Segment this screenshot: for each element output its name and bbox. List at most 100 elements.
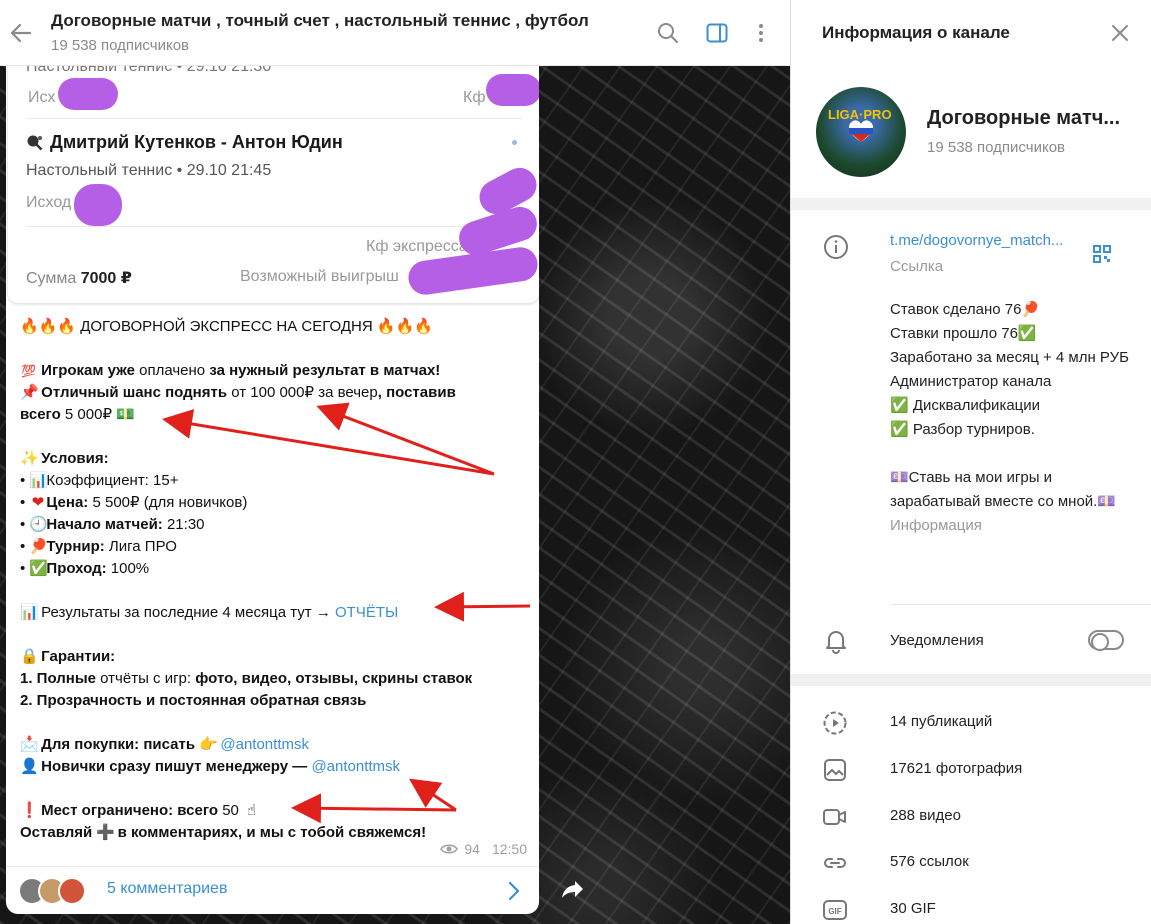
results-line: 📊 Результаты за последние 4 месяца тут →…: [20, 602, 535, 624]
match-title: Дмитрий Кутенков - Антон Юдин: [26, 132, 343, 153]
stat-row-links[interactable]: 576 ссылок: [791, 841, 1151, 885]
chat-header: Договорные матчи , точный счет , настоль…: [0, 0, 790, 66]
notifications-label: Уведомления: [890, 632, 984, 649]
channel-link[interactable]: t.me/dogovornye_match...: [890, 232, 1063, 249]
guarantee-item: 1. Полные отчёты с игр: фото, видео, отз…: [20, 670, 473, 687]
avatar: [58, 877, 86, 905]
gif-icon: GIF: [823, 900, 847, 920]
search-icon[interactable]: [656, 21, 680, 45]
condition-item: • ✅Проход: 100%: [20, 558, 535, 580]
express-coef-label: Кф экспресса: [366, 238, 468, 255]
panel-title: Информация о канале: [822, 23, 1010, 42]
manager-link[interactable]: @antonttmsk: [311, 758, 400, 775]
description-caption: Информация: [890, 517, 982, 534]
redaction-scribble: [74, 184, 122, 226]
photo-icon: [824, 759, 846, 781]
notifications-toggle[interactable]: [1088, 630, 1124, 651]
link-caption: Ссылка: [890, 258, 944, 275]
message-meta: 94 12:50: [440, 841, 527, 857]
channel-avatar[interactable]: LIGA·PRO: [816, 87, 906, 177]
outcome-label: Исх: [28, 89, 56, 106]
pointing-hand-icon: 👉: [199, 736, 218, 753]
section-divider: [791, 198, 1151, 210]
headline: 🔥🔥🔥 ДОГОВОРНОЙ ЭКСПРЕСС НА СЕГОДНЯ 🔥🔥🔥: [20, 318, 433, 335]
chart-icon: 📊: [20, 604, 39, 621]
channel-subscribers: 19 538 подписчиков: [927, 139, 1066, 156]
status-dot: [512, 140, 517, 145]
message-bubble[interactable]: Настольный теннис • 29.10 21:30 Исх Кф Д…: [6, 66, 539, 914]
kf-label: Кф: [463, 89, 486, 106]
sport-line: Настольный теннис • 29.10 21:45: [26, 162, 272, 179]
info-icon: [824, 235, 848, 259]
video-message-icon: [823, 711, 847, 735]
section-divider: [791, 674, 1151, 686]
commenter-avatars: [18, 877, 86, 905]
stat-label: 14 публикаций: [890, 713, 993, 730]
share-icon[interactable]: [555, 871, 591, 907]
buy-line: 📩 Для покупки: писать 👉 @antonttmsk: [20, 734, 535, 756]
svg-text:GIF: GIF: [828, 907, 841, 916]
channel-info-panel: Информация о канале LIGA·PRO Договорные …: [790, 0, 1151, 924]
back-arrow-icon[interactable]: [8, 20, 34, 46]
hundred-points-icon: 💯: [21, 364, 36, 378]
bet-screenshot-card: Настольный теннис • 29.10 21:30 Исх Кф Д…: [8, 66, 539, 303]
lock-icon: 🔒: [20, 648, 39, 665]
conditions-title: ✨ Условия:: [20, 448, 535, 470]
stat-row-gif[interactable]: GIF 30 GIF: [791, 888, 1151, 924]
qr-code-icon[interactable]: [1092, 244, 1112, 264]
stat-row-videos[interactable]: 288 видео: [791, 795, 1151, 839]
channel-description: Ставок сделано 76🏓 Ставки прошло 76✅ Зар…: [890, 298, 1130, 538]
stat-label: 17621 фотография: [890, 760, 1023, 777]
message-text: 🔥🔥🔥 ДОГОВОРНОЙ ЭКСПРЕСС НА СЕГОДНЯ 🔥🔥🔥 💯…: [20, 316, 535, 844]
chat-title[interactable]: Договорные матчи , точный счет , настоль…: [51, 11, 589, 31]
sidebar-toggle-icon[interactable]: [705, 21, 729, 45]
guarantee-item: 2. Прозрачность и постоянная обратная св…: [20, 692, 367, 709]
heart-icon: ❤: [31, 494, 45, 511]
plus-icon: ➕: [96, 824, 116, 841]
stat-row-photos[interactable]: 17621 фотография: [791, 748, 1151, 792]
bell-icon: [826, 631, 846, 654]
reports-link[interactable]: ОТЧЁТЫ: [335, 604, 398, 621]
limit-line: ❗ Мест ограничено: всего 50 ☝: [20, 800, 535, 822]
sum-label: Сумма: [26, 270, 77, 287]
comments-button[interactable]: 5 комментариев: [6, 866, 539, 914]
sparkles-icon: ✨: [20, 450, 39, 467]
pointing-up-icon: ☝: [247, 802, 257, 819]
clock-icon: 🕘: [29, 516, 49, 533]
user-icon: 👤: [20, 758, 39, 775]
chevron-right-icon: [508, 881, 520, 901]
guarantees-title: 🔒 Гарантии:: [20, 646, 535, 668]
divider: [26, 118, 522, 119]
check-icon: ✅: [29, 560, 49, 577]
newbie-line: 👤 Новички сразу пишут менеджеру — @anton…: [20, 756, 535, 778]
video-icon: [823, 809, 846, 825]
msg-line: 💯 Игрокам уже оплачено за нужный результ…: [20, 360, 535, 382]
exclamation-icon: ❗: [20, 802, 39, 819]
eye-icon: [440, 844, 459, 854]
chart-icon: 📊: [29, 472, 49, 489]
condition-item: • 🏓Турнир: Лига ПРО: [20, 536, 535, 558]
redaction-scribble: [486, 74, 539, 106]
stat-label: 288 видео: [890, 807, 961, 824]
message-time: 12:50: [491, 841, 527, 857]
close-icon[interactable]: [1109, 22, 1131, 44]
more-menu-icon[interactable]: [749, 21, 773, 45]
match-title-text: Дмитрий Кутенков - Антон Юдин: [50, 132, 343, 152]
condition-item: • 🕘Начало матчей: 21:30: [20, 514, 535, 536]
stat-row-publications[interactable]: 14 публикаций: [791, 701, 1151, 745]
clipped-sport-line: Настольный теннис • 29.10 21:30: [26, 66, 272, 75]
envelope-icon: 📩: [20, 736, 39, 753]
outcome-label: Исход: [26, 194, 72, 211]
ping-pong-icon: 🏓: [29, 538, 49, 555]
msg-line: 📌 Отличный шанс поднять от 100 000₽ за в…: [20, 382, 535, 404]
bet-sum: Сумма 7000 ₽: [26, 268, 132, 288]
heart-flag-icon: [849, 120, 873, 142]
view-count: 94: [464, 841, 480, 857]
contact-link[interactable]: @antonttmsk: [220, 736, 309, 753]
pushpin-icon: 📌: [20, 384, 39, 401]
money-icon: 💵: [116, 406, 135, 423]
comments-label[interactable]: 5 комментариев: [107, 880, 227, 898]
link-icon: [824, 858, 846, 868]
subscriber-count: 19 538 подписчиков: [51, 37, 190, 54]
stat-label: 576 ссылок: [890, 853, 969, 870]
